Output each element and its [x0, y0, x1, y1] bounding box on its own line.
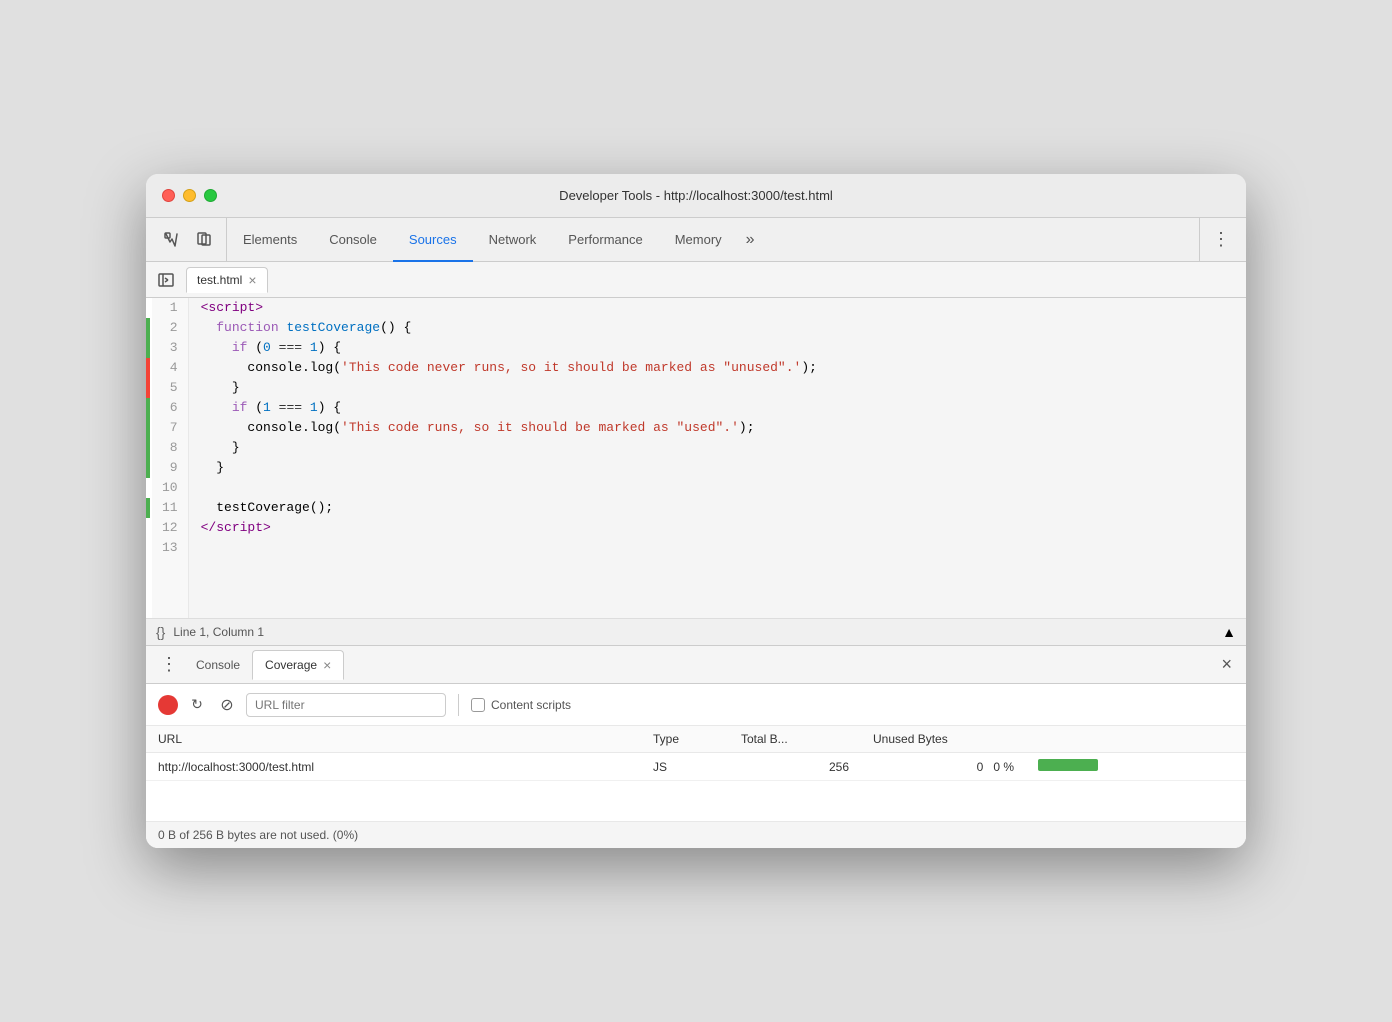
table-row[interactable]: http://localhost:3000/test.html JS 256 0…: [146, 753, 1246, 781]
minimize-button[interactable]: [183, 189, 196, 202]
coverage-footer: 0 B of 256 B bytes are not used. (0%): [146, 821, 1246, 848]
inspector-icon[interactable]: [158, 226, 186, 254]
window-title: Developer Tools - http://localhost:3000/…: [559, 188, 833, 203]
clear-button[interactable]: ⊘: [216, 694, 238, 716]
toolbar-icons: [150, 218, 227, 261]
bottom-panel-close-button[interactable]: ×: [1215, 654, 1238, 675]
tab-network[interactable]: Network: [473, 219, 553, 262]
main-toolbar: Elements Console Sources Network Perform…: [146, 218, 1246, 262]
tab-console[interactable]: Console: [313, 219, 393, 262]
code-editor[interactable]: 12345678910111213 <script> function test…: [146, 298, 1246, 618]
device-toolbar-icon[interactable]: [190, 226, 218, 254]
titlebar: Developer Tools - http://localhost:3000/…: [146, 174, 1246, 218]
bottom-panel-dots[interactable]: ⋮: [154, 654, 184, 675]
bottom-panel: ⋮ Console Coverage × × ↻ ⊘ Content scrip…: [146, 646, 1246, 848]
file-tabs-bar: test.html ×: [146, 262, 1246, 298]
cell-total: 256: [729, 753, 861, 781]
coverage-toolbar: ↻ ⊘ Content scripts: [146, 684, 1246, 726]
bottom-tabs-bar: ⋮ Console Coverage × ×: [146, 646, 1246, 684]
url-filter-input[interactable]: [246, 693, 446, 717]
coverage-tab-close-icon[interactable]: ×: [323, 657, 331, 673]
col-header-bar: [1026, 726, 1246, 753]
refresh-button[interactable]: ↻: [186, 694, 208, 716]
cell-type: JS: [641, 753, 729, 781]
more-options-button[interactable]: ⋮: [1208, 225, 1234, 254]
file-tab-close-icon[interactable]: ×: [248, 272, 256, 288]
content-scripts-checkbox[interactable]: [471, 698, 485, 712]
main-tabs: Elements Console Sources Network Perform…: [227, 218, 1199, 261]
cell-url: http://localhost:3000/test.html: [146, 753, 641, 781]
col-header-type: Type: [641, 726, 729, 753]
sidebar-toggle-icon[interactable]: [154, 268, 178, 292]
editor-area: test.html × 12345678910111213 <script> f…: [146, 262, 1246, 618]
tab-performance[interactable]: Performance: [552, 219, 658, 262]
scroll-to-top-button[interactable]: ▲: [1222, 624, 1236, 640]
tab-sources[interactable]: Sources: [393, 219, 473, 262]
file-tab-name: test.html: [197, 273, 242, 287]
content-scripts-label[interactable]: Content scripts: [471, 698, 571, 712]
usage-bar: [1038, 759, 1098, 771]
status-bar: {} Line 1, Column 1 ▲: [146, 618, 1246, 646]
coverage-table: URL Type Total B... Unused Bytes http://: [146, 726, 1246, 781]
toolbar-end: ⋮: [1199, 218, 1242, 261]
col-header-unused: Unused Bytes: [861, 726, 1026, 753]
col-header-url: URL: [146, 726, 641, 753]
devtools-window: Developer Tools - http://localhost:3000/…: [146, 174, 1246, 848]
traffic-lights: [162, 189, 217, 202]
file-tab-test-html[interactable]: test.html ×: [186, 267, 268, 293]
usage-bar-fill: [1038, 759, 1098, 771]
col-header-total: Total B...: [729, 726, 861, 753]
tab-coverage[interactable]: Coverage ×: [252, 650, 344, 680]
line-numbers: 12345678910111213: [152, 298, 189, 618]
maximize-button[interactable]: [204, 189, 217, 202]
cell-unused: 0 0 %: [861, 753, 1026, 781]
divider: [458, 694, 459, 716]
tab-elements[interactable]: Elements: [227, 219, 313, 262]
more-tabs-button[interactable]: »: [738, 218, 763, 261]
pretty-print-icon[interactable]: {}: [156, 624, 165, 640]
status-bar-right: ▲: [1222, 624, 1236, 640]
close-button[interactable]: [162, 189, 175, 202]
code-content[interactable]: <script> function testCoverage() { if (0…: [189, 298, 1246, 618]
tab-memory[interactable]: Memory: [659, 219, 738, 262]
cell-bar: [1026, 753, 1246, 781]
tab-console-bottom[interactable]: Console: [184, 652, 252, 678]
cursor-position: Line 1, Column 1: [173, 625, 264, 639]
record-button[interactable]: [158, 695, 178, 715]
